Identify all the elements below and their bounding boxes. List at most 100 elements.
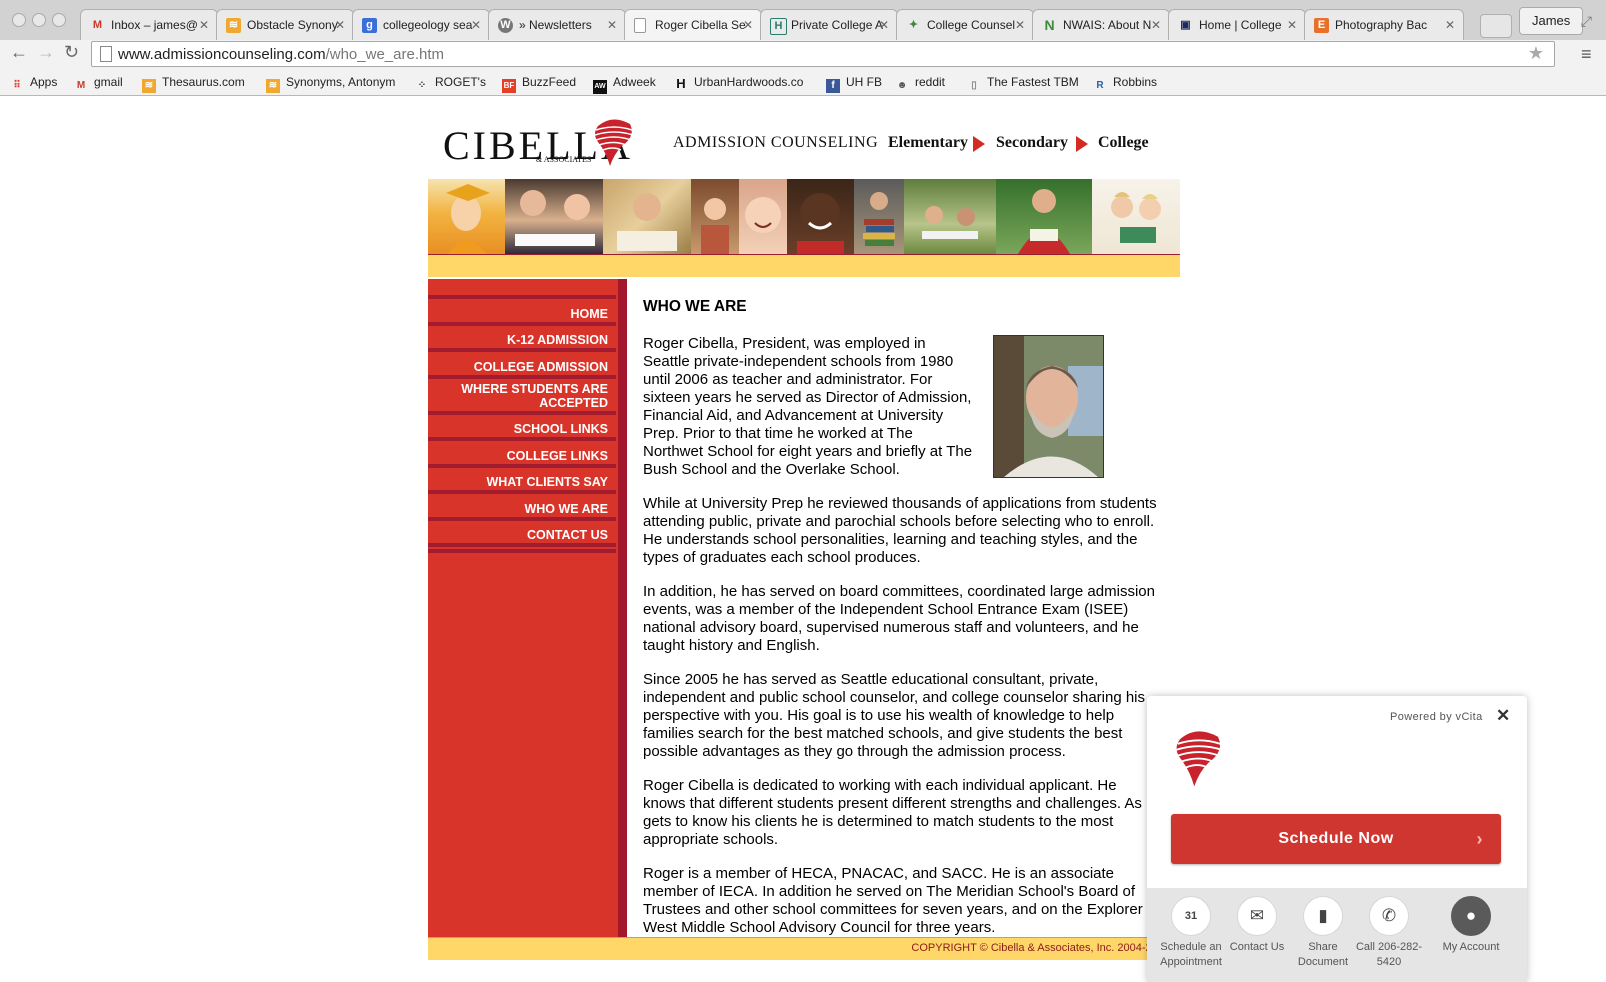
- apps-grid-icon: ⠿: [13, 80, 21, 91]
- bookmark-adweek[interactable]: AW Adweek: [593, 73, 656, 94]
- user-icon: ●: [1451, 896, 1491, 936]
- close-icon[interactable]: ✕: [199, 10, 209, 40]
- smiling-girl-photo: [787, 179, 854, 254]
- forward-icon[interactable]: →: [37, 42, 55, 63]
- bookmarks-bar: ⠿ Apps Mgmail ≋ Thesaurus.com ≋ Synonyms, A…: [0, 69, 1606, 95]
- close-icon[interactable]: ✕: [335, 10, 345, 40]
- sidebar-nav: HOME K-12 ADMISSION COLLEGE ADMISSION WH…: [428, 279, 618, 937]
- bookmark-buzzfeed[interactable]: BF BuzzFeed: [502, 73, 576, 93]
- nav-contact-us[interactable]: CONTACT US: [428, 521, 616, 547]
- tab-title: Photography Bac: [1335, 18, 1428, 32]
- nav-where-students-accepted[interactable]: WHERE STUDENTS ARE ACCEPTED: [428, 379, 616, 415]
- tab-college-counsel[interactable]: ✦ College Counsel ✕: [896, 9, 1034, 40]
- close-icon[interactable]: ✕: [1496, 706, 1510, 726]
- tab-title: College Counsel: [927, 18, 1016, 32]
- reload-icon[interactable]: ↻: [64, 42, 79, 63]
- bookmark-robbins[interactable]: R Robbins: [1093, 73, 1157, 93]
- bookmark-rogets[interactable]: ⁘ ROGET's: [415, 73, 486, 93]
- address-bar[interactable]: www.admissioncounseling.com/who_we_are.h…: [91, 41, 1555, 67]
- contact-us-action[interactable]: ✉ Contact Us: [1223, 896, 1291, 955]
- schedule-appointment-action[interactable]: 31 Schedule an Appointment: [1157, 896, 1225, 970]
- minimize-window-icon[interactable]: [32, 13, 46, 27]
- bookmark-uh-fb[interactable]: f UH FB: [826, 73, 882, 93]
- roget-icon: ⁘: [417, 80, 427, 91]
- url-path: /who_we_are.htm: [325, 46, 444, 63]
- tab-private-college[interactable]: H Private College A ✕: [760, 9, 898, 40]
- url-text[interactable]: www.admissioncounseling.com/who_we_are.h…: [118, 46, 444, 63]
- gmail-icon: M: [92, 19, 103, 31]
- close-icon[interactable]: ✕: [471, 10, 481, 40]
- close-icon[interactable]: ✕: [1445, 10, 1455, 40]
- new-tab-button[interactable]: [1480, 14, 1512, 38]
- bookmark-thesaurus[interactable]: ≋ Thesaurus.com: [142, 73, 245, 93]
- tab-obstacle-synonyms[interactable]: ≋ Obstacle Synony ✕: [216, 9, 354, 40]
- graduate-photo: [428, 179, 505, 254]
- bookmark-label: Thesaurus.com: [162, 75, 245, 89]
- students-reading-photo: [505, 179, 603, 254]
- close-icon[interactable]: ✕: [1151, 10, 1161, 40]
- close-icon[interactable]: ✕: [1287, 10, 1297, 40]
- page-icon: [634, 18, 646, 33]
- bookmark-synonyms[interactable]: ≋ Synonyms, Antonym: [266, 73, 395, 93]
- action-label: Contact Us: [1229, 941, 1285, 953]
- close-icon[interactable]: ✕: [879, 10, 889, 40]
- close-icon[interactable]: ✕: [743, 10, 753, 40]
- tab-photography[interactable]: E Photography Bac ✕: [1304, 9, 1464, 40]
- tab-title: collegeology sea: [383, 18, 473, 32]
- tab-inbox[interactable]: M Inbox – james@ ✕: [80, 9, 218, 40]
- tab-roger-cibella[interactable]: Roger Cibella Se ✕: [624, 9, 762, 40]
- tab-home-college[interactable]: ▣ Home | College ✕: [1168, 9, 1306, 40]
- back-icon[interactable]: ←: [10, 42, 28, 63]
- nav-college-admission[interactable]: COLLEGE ADMISSION: [428, 352, 616, 379]
- close-icon[interactable]: ✕: [1015, 10, 1025, 40]
- nav-college-links[interactable]: COLLEGE LINKS: [428, 441, 616, 468]
- header-yellow-band: [428, 255, 1180, 277]
- nav-home[interactable]: HOME: [428, 299, 616, 326]
- close-window-icon[interactable]: [12, 13, 26, 27]
- bookmark-apps[interactable]: ⠿ Apps: [10, 73, 57, 93]
- call-action[interactable]: ✆ Call 206-282-5420: [1355, 896, 1423, 970]
- boy-red-shirt-photo: [996, 179, 1092, 254]
- book-stack-photo: [854, 179, 904, 254]
- bookmark-reddit[interactable]: ☻ reddit: [895, 73, 945, 93]
- nav-who-we-are[interactable]: WHO WE ARE: [428, 494, 616, 521]
- sidebar-bottom-cap: [428, 547, 616, 553]
- nav-school-links[interactable]: SCHOOL LINKS: [428, 415, 616, 441]
- etsy-icon: E: [1314, 18, 1329, 33]
- urbanhardwoods-icon: H: [676, 76, 686, 91]
- menu-icon[interactable]: ≡: [1581, 44, 1592, 65]
- schedule-now-label: Schedule Now: [1278, 830, 1394, 847]
- bookmark-urbanhardwoods[interactable]: H UrbanHardwoods.co: [674, 73, 803, 91]
- widget-action-bar: 31 Schedule an Appointment ✉ Contact Us …: [1147, 888, 1527, 982]
- tab-title: Obstacle Synony: [247, 18, 338, 32]
- bookmark-label: reddit: [915, 75, 946, 89]
- h-icon: H: [770, 18, 787, 35]
- bio-paragraph-3: In addition, he has served on board comm…: [643, 583, 1155, 654]
- nav-what-clients-say[interactable]: WHAT CLIENTS SAY: [428, 468, 616, 494]
- page-icon: ▯: [971, 80, 977, 91]
- document-icon: ▮: [1303, 896, 1343, 936]
- powered-by-text[interactable]: Powered by vCita: [1390, 711, 1483, 723]
- bookmark-star-icon[interactable]: ★: [1528, 43, 1544, 64]
- share-document-action[interactable]: ▮ Share Document: [1289, 896, 1357, 970]
- zoom-window-icon[interactable]: [52, 13, 66, 27]
- tab-newsletters[interactable]: W » Newsletters ✕: [488, 9, 626, 40]
- tab-collegeology-search[interactable]: g collegeology sea ✕: [352, 9, 490, 40]
- schedule-now-button[interactable]: Schedule Now ›: [1171, 814, 1501, 864]
- bookmark-label: UH FB: [846, 75, 882, 89]
- sidebar-top-cap: [428, 279, 616, 299]
- action-label: My Account: [1442, 941, 1500, 953]
- my-account-action[interactable]: ● My Account: [1437, 896, 1505, 955]
- url-domain: www.admissioncounseling.com: [118, 46, 326, 63]
- site-logo-subtitle: & ASSOCIATES: [536, 155, 592, 164]
- bookmark-fastest-tbm[interactable]: ▯ The Fastest TBM: [967, 73, 1079, 93]
- fullscreen-icon[interactable]: ⤢: [1581, 13, 1592, 30]
- close-icon[interactable]: ✕: [607, 10, 617, 40]
- nav-k12-admission[interactable]: K-12 ADMISSION: [428, 326, 616, 352]
- cibella-logo-icon: [594, 119, 634, 166]
- tab-nwais[interactable]: N NWAIS: About N ✕: [1032, 9, 1170, 40]
- bookmark-gmail[interactable]: Mgmail: [74, 73, 123, 93]
- boys-on-grass-photo: [904, 179, 996, 254]
- profile-button[interactable]: James: [1519, 7, 1584, 35]
- action-label: Share Document: [1297, 941, 1349, 968]
